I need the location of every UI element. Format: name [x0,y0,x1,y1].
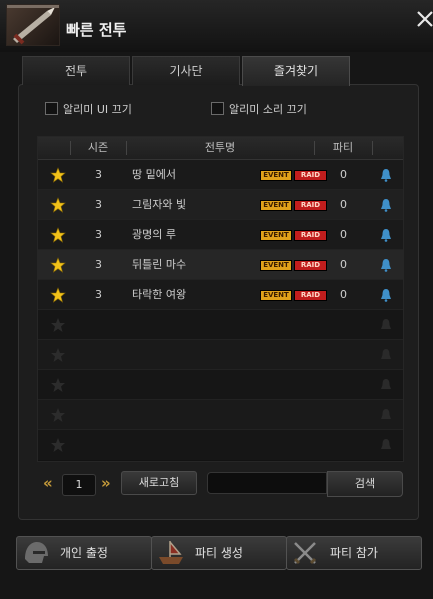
favorite-star-icon[interactable] [50,167,66,183]
raid-badge: RAID [294,290,327,301]
favorite-star-icon[interactable] [50,287,66,303]
row-name: 땅 밑에서 [132,168,176,181]
row-season: 3 [95,258,102,271]
empty-star-icon [51,318,65,332]
empty-bell-icon [381,319,391,329]
empty-row [38,340,403,370]
raid-badge: RAID [294,170,327,181]
header-name: 전투명 [204,141,236,154]
title-bar: 빠른 전투 [0,0,433,52]
event-badge: EVENT [260,170,292,181]
row-party-count: 0 [340,258,347,271]
ui-notifier-off-label: 알리미 UI 끄기 [63,103,132,116]
empty-row [38,370,403,400]
empty-row [38,400,403,430]
checkbox-box[interactable] [45,102,58,115]
create-party-button[interactable]: 파티 생성 [151,536,287,570]
battle-table: 시즌 전투명 파티 3 땅 밑에서 EVENT RAID 0 3 그림자와 빛 … [37,136,404,462]
notify-bell-icon[interactable] [380,228,392,242]
header-party: 파티 [332,141,354,154]
row-party-count: 0 [340,168,347,181]
event-badge: EVENT [260,230,292,241]
empty-bell-icon [381,379,391,389]
sound-notifier-off-label: 알리미 소리 끄기 [229,103,307,116]
solo-sortie-button[interactable]: 개인 출정 [16,536,152,570]
join-party-label: 파티 참가 [330,546,378,560]
row-season: 3 [95,228,102,241]
next-page-button[interactable]: » [101,474,111,492]
empty-bell-icon [381,409,391,419]
header-divider [372,141,373,155]
join-party-button[interactable]: 파티 참가 [286,536,422,570]
create-party-label: 파티 생성 [195,546,243,560]
empty-row [38,310,403,340]
raid-badge: RAID [294,230,327,241]
notify-bell-icon[interactable] [380,258,392,272]
row-season: 3 [95,168,102,181]
search-button[interactable]: 검색 [327,471,403,497]
favorite-star-icon[interactable] [50,197,66,213]
tab-order[interactable]: 기사단 [132,56,240,85]
solo-sortie-label: 개인 출정 [60,546,108,560]
empty-star-icon [51,378,65,392]
tab-favorites[interactable]: 즐겨찾기 [242,56,350,86]
row-name: 광명의 루 [132,228,176,241]
page-number: 1 [62,474,96,496]
sound-notifier-off-checkbox[interactable]: 알리미 소리 끄기 [211,101,307,116]
battle-emblem-icon [6,4,60,46]
favorite-star-icon[interactable] [50,227,66,243]
close-icon[interactable] [415,8,433,30]
empty-star-icon [51,408,65,422]
empty-star-icon [51,438,65,452]
row-party-count: 0 [340,228,347,241]
empty-row [38,430,403,460]
search-input[interactable] [207,472,327,494]
favorite-star-icon[interactable] [50,257,66,273]
refresh-button[interactable]: 새로고침 [121,471,197,495]
ui-notifier-off-checkbox[interactable]: 알리미 UI 끄기 [45,101,132,116]
row-name: 그림자와 빛 [132,198,187,211]
event-badge: EVENT [260,260,292,271]
table-row[interactable]: 3 땅 밑에서 EVENT RAID 0 [38,160,403,190]
raid-badge: RAID [294,200,327,211]
event-badge: EVENT [260,200,292,211]
notify-bell-icon[interactable] [380,168,392,182]
row-party-count: 0 [340,288,347,301]
notify-bell-icon[interactable] [380,288,392,302]
table-row[interactable]: 3 그림자와 빛 EVENT RAID 0 [38,190,403,220]
header-season: 시즌 [87,141,109,154]
header-divider [70,141,71,155]
row-season: 3 [95,198,102,211]
raid-badge: RAID [294,260,327,271]
table-row[interactable]: 3 뒤틀린 마수 EVENT RAID 0 [38,250,403,280]
row-season: 3 [95,288,102,301]
row-party-count: 0 [340,198,347,211]
empty-bell-icon [381,439,391,449]
empty-bell-icon [381,349,391,359]
row-name: 타락한 여왕 [132,288,187,301]
row-name: 뒤틀린 마수 [132,258,187,271]
prev-page-button[interactable]: « [43,474,53,492]
notify-bell-icon[interactable] [380,198,392,212]
quick-battle-window: 빠른 전투 전투 기사단 즐겨찾기 알리미 UI 끄기 알리미 소리 끄기 시즌… [0,0,433,599]
table-row[interactable]: 3 타락한 여왕 EVENT RAID 0 [38,280,403,310]
checkbox-box[interactable] [211,102,224,115]
tab-battle[interactable]: 전투 [22,56,130,85]
window-title: 빠른 전투 [66,21,127,39]
empty-star-icon [51,348,65,362]
table-row[interactable]: 3 광명의 루 EVENT RAID 0 [38,220,403,250]
table-header: 시즌 전투명 파티 [38,137,403,160]
event-badge: EVENT [260,290,292,301]
